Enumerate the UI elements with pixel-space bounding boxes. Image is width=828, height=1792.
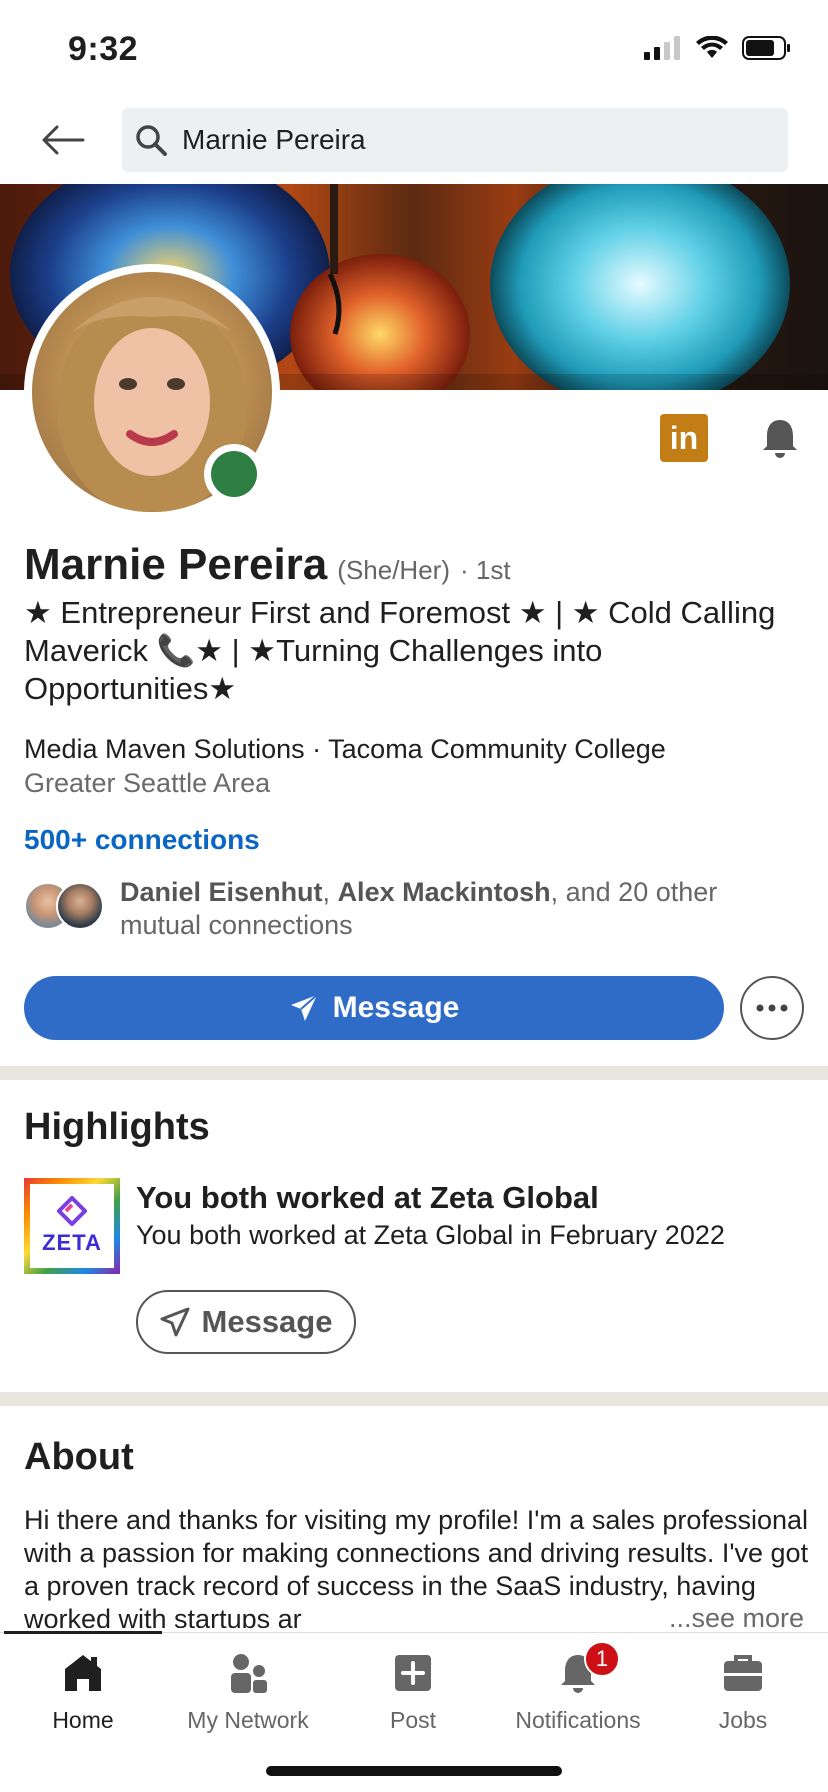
see-more-link[interactable]: ...see more xyxy=(666,1603,804,1634)
mutual-name-1: Daniel Eisenhut xyxy=(120,877,323,907)
briefcase-icon xyxy=(724,1655,762,1691)
mutual-separator: , xyxy=(322,877,338,907)
zeta-logo-text: ZETA xyxy=(42,1230,102,1255)
name-row: Marnie Pereira (She/Her) · 1st xyxy=(24,540,814,590)
connection-degree: · 1st xyxy=(459,555,511,585)
profile-pronouns: (She/Her) xyxy=(337,555,450,585)
nav-my-network[interactable]: My Network xyxy=(165,1643,331,1743)
nav-jobs[interactable]: Jobs xyxy=(660,1643,826,1743)
nav-jobs-label: Jobs xyxy=(718,1707,768,1733)
send-icon xyxy=(290,994,318,1021)
nav-notifications[interactable]: 1 Notifications xyxy=(495,1641,661,1743)
mutual-connections[interactable]: Daniel Eisenhut, Alex Mackintosh, and 20… xyxy=(24,876,804,946)
network-icon xyxy=(231,1654,267,1693)
search-icon xyxy=(136,125,167,156)
message-button[interactable]: Message xyxy=(24,976,724,1040)
nav-post-label: Post xyxy=(389,1707,437,1733)
notifications-icon-wrap: 1 xyxy=(554,1641,620,1697)
profile-headline: ★ Entrepreneur First and Foremost ★ | ★ … xyxy=(24,595,776,706)
bell-icon xyxy=(763,420,797,458)
profile-location: Greater Seattle Area xyxy=(24,768,271,798)
online-status-indicator xyxy=(204,444,264,504)
highlight-message-button[interactable]: Message xyxy=(136,1290,356,1354)
highlight-subtitle: You both worked at Zeta Global in Februa… xyxy=(136,1220,725,1250)
active-tab-indicator xyxy=(4,1631,162,1634)
nav-notifications-label: Notifications xyxy=(515,1707,641,1733)
wifi-icon xyxy=(696,36,728,58)
status-time: 9:32 xyxy=(68,30,139,68)
mutual-name-2: Alex Mackintosh xyxy=(337,877,551,907)
signal-icon xyxy=(644,36,680,60)
notification-badge: 1 xyxy=(584,1641,620,1677)
nav-my-network-label: My Network xyxy=(187,1707,309,1733)
section-divider xyxy=(0,1066,828,1080)
nav-home[interactable]: Home xyxy=(0,1643,166,1743)
profile-company-education[interactable]: Media Maven Solutions · Tacoma Community… xyxy=(24,734,666,765)
search-input[interactable] xyxy=(182,124,742,156)
status-icons xyxy=(644,36,792,60)
highlight-title: You both worked at Zeta Global xyxy=(136,1180,599,1215)
home-icon xyxy=(65,1655,101,1691)
follow-bell-button[interactable] xyxy=(756,414,804,462)
mutual-connections-text: Daniel Eisenhut, Alex Mackintosh, and 20… xyxy=(120,876,800,942)
linkedin-premium-badge[interactable]: in xyxy=(660,414,708,462)
highlight-message-label: Message xyxy=(201,1304,333,1339)
profile-name: Marnie Pereira xyxy=(24,540,328,589)
home-indicator[interactable] xyxy=(266,1766,562,1776)
status-bar: 9:32 xyxy=(0,0,828,100)
search-header xyxy=(0,100,828,184)
about-title: About xyxy=(24,1436,134,1478)
connections-link[interactable]: 500+ connections xyxy=(24,824,260,856)
battery-icon xyxy=(742,36,790,60)
highlights-title: Highlights xyxy=(24,1106,210,1148)
avatar xyxy=(56,882,104,930)
nav-post[interactable]: Post xyxy=(330,1643,496,1743)
search-box[interactable] xyxy=(122,108,788,172)
back-button[interactable] xyxy=(38,118,88,162)
message-button-label: Message xyxy=(332,991,460,1024)
send-icon xyxy=(160,1307,190,1337)
section-divider xyxy=(0,1392,828,1406)
mutual-avatars xyxy=(24,882,108,932)
zeta-mark-icon xyxy=(57,1196,87,1226)
more-options-button[interactable] xyxy=(740,976,804,1040)
back-arrow-icon xyxy=(42,125,85,155)
more-dots-icon xyxy=(756,1004,788,1012)
post-icon xyxy=(395,1655,431,1691)
nav-home-label: Home xyxy=(52,1707,114,1733)
zeta-logo[interactable]: ZETA xyxy=(24,1178,120,1274)
